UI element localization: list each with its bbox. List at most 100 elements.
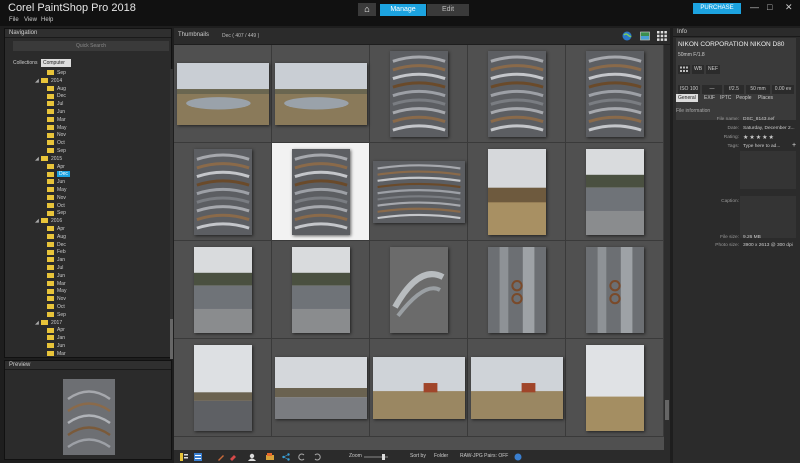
tree-month-folder[interactable]: Jul	[47, 264, 63, 272]
tree-month-folder[interactable]: Mar	[47, 350, 66, 358]
tree-month-folder[interactable]: Jan	[47, 256, 65, 264]
thumbnail-image[interactable]	[292, 247, 350, 333]
tab-collections[interactable]: Collections	[11, 59, 39, 67]
tab-places[interactable]: Places	[756, 94, 775, 102]
caption-field[interactable]	[740, 196, 796, 238]
tab-edit[interactable]: Edit	[427, 4, 469, 16]
thumbnail-image[interactable]	[275, 357, 367, 419]
navigation-scrollbar[interactable]	[170, 69, 173, 359]
grid-view-icon[interactable]	[657, 31, 667, 41]
tree-year-folder[interactable]: ◢ 2015	[35, 155, 62, 163]
purchase-button[interactable]: PURCHASE	[693, 3, 741, 14]
tree-month-folder[interactable]: Dec	[47, 241, 66, 249]
list-view-icon[interactable]	[194, 453, 202, 461]
thumbnail-cell[interactable]	[174, 339, 272, 437]
help-icon[interactable]	[514, 453, 522, 461]
thumbnail-image[interactable]	[373, 161, 465, 223]
thumbnail-scrollbar[interactable]	[664, 45, 670, 450]
tree-month-folder[interactable]: Nov	[47, 194, 66, 202]
tree-month-folder[interactable]: Jun	[47, 342, 65, 350]
thumbnail-cell[interactable]	[174, 241, 272, 339]
tree-month-folder[interactable]: Nov	[47, 131, 66, 139]
tree-month-folder[interactable]: May	[47, 186, 66, 194]
thumbnail-cell[interactable]	[566, 45, 664, 143]
thumbnail-image[interactable]	[194, 149, 252, 235]
globe-icon[interactable]	[622, 31, 632, 41]
user-icon[interactable]	[248, 453, 256, 461]
tree-month-folder[interactable]: Apr	[47, 163, 65, 171]
tree-month-folder[interactable]: Dec	[47, 92, 66, 100]
thumbnail-image[interactable]	[194, 345, 252, 431]
tree-month-folder[interactable]: May	[47, 287, 66, 295]
thumbnail-cell[interactable]	[272, 241, 370, 339]
eraser-icon[interactable]	[229, 453, 237, 461]
tab-exif[interactable]: EXIF	[702, 94, 717, 102]
thumbnail-cell[interactable]	[566, 241, 664, 339]
menu-view[interactable]: View	[24, 17, 37, 23]
thumbnail-image[interactable]	[471, 357, 563, 419]
thumbnail-cell[interactable]	[370, 45, 468, 143]
add-tag-icon[interactable]: +	[792, 142, 796, 149]
thumbnail-image[interactable]	[177, 63, 269, 125]
tab-computer[interactable]: Computer	[41, 59, 71, 67]
thumbnail-image[interactable]	[373, 357, 465, 419]
zoom-slider[interactable]	[364, 454, 388, 460]
thumbnail-image[interactable]	[390, 247, 448, 333]
quick-search-input[interactable]: Quick Search	[13, 41, 169, 51]
tree-month-folder[interactable]: Nov	[47, 295, 66, 303]
scrollbar-thumb[interactable]	[170, 319, 173, 359]
share-icon[interactable]	[282, 453, 290, 461]
thumbnail-image[interactable]	[586, 51, 644, 137]
tree-month-folder[interactable]: Sep	[47, 209, 66, 217]
menu-help[interactable]: Help	[41, 17, 53, 23]
thumbnail-cell[interactable]	[272, 143, 370, 241]
thumbnail-image[interactable]	[194, 247, 252, 333]
tree-month-folder[interactable]: Jun	[47, 108, 65, 116]
thumbnail-cell[interactable]	[370, 339, 468, 437]
thumbnail-cell[interactable]	[468, 339, 566, 437]
tree-month-folder[interactable]: Dec	[47, 170, 70, 178]
thumbnail-cell[interactable]	[468, 241, 566, 339]
tree-month-folder[interactable]: Oct	[47, 303, 65, 311]
tree-year-folder[interactable]: ◢ 2016	[35, 217, 62, 225]
close-button[interactable]: ✕	[785, 2, 793, 13]
tree-month-folder[interactable]: Sep	[47, 147, 66, 155]
tree-month-folder[interactable]: Aug	[47, 85, 66, 93]
thumbnail-cell[interactable]	[468, 143, 566, 241]
tab-manage[interactable]: Manage	[380, 4, 426, 16]
tree-month-folder[interactable]: Mar	[47, 280, 66, 288]
tab-iptc[interactable]: IPTC	[718, 94, 733, 102]
thumbnail-cell[interactable]	[468, 45, 566, 143]
menu-file[interactable]: File	[9, 17, 19, 23]
tree-year-folder[interactable]: ◢ 2014	[35, 77, 62, 85]
tree-month-folder[interactable]: Jun	[47, 272, 65, 280]
thumbnail-cell[interactable]	[370, 241, 468, 339]
tree-year-folder[interactable]: ◢ 2017	[35, 319, 62, 327]
thumbnail-image[interactable]	[488, 51, 546, 137]
thumbnail-image[interactable]	[292, 149, 350, 235]
home-button[interactable]: ⌂	[358, 3, 376, 16]
thumbnail-image[interactable]	[586, 247, 644, 333]
image-view-icon[interactable]	[640, 31, 650, 41]
thumbnail-cell[interactable]	[370, 143, 468, 241]
thumbnail-cell[interactable]	[566, 339, 664, 437]
thumbnail-cell[interactable]	[272, 45, 370, 143]
thumbnail-image[interactable]	[488, 247, 546, 333]
tree-month-folder[interactable]: Apr	[47, 326, 65, 334]
tree-month-folder[interactable]: Aug	[47, 233, 66, 241]
tab-people[interactable]: People	[734, 94, 754, 102]
rotate-left-icon[interactable]	[298, 453, 306, 461]
sort-dropdown[interactable]: Folder	[434, 453, 448, 459]
raw-jpg-pairs-toggle[interactable]: RAW-JPG Pairs: OFF	[460, 453, 508, 459]
batch-process-icon[interactable]	[266, 453, 274, 461]
tree-month-folder[interactable]: Jan	[47, 334, 65, 342]
tree-month-folder[interactable]: Jul	[47, 100, 63, 108]
thumbnail-cell[interactable]	[174, 45, 272, 143]
tree-month-folder[interactable]: Sep	[47, 311, 66, 319]
brush-icon[interactable]	[217, 453, 225, 461]
minimize-button[interactable]: —	[750, 2, 759, 12]
rotate-right-icon[interactable]	[313, 453, 321, 461]
tab-general[interactable]: General	[676, 94, 698, 102]
rating-stars[interactable]: ★★★★★	[743, 134, 775, 141]
tree-month-folder[interactable]: Mar	[47, 116, 66, 124]
